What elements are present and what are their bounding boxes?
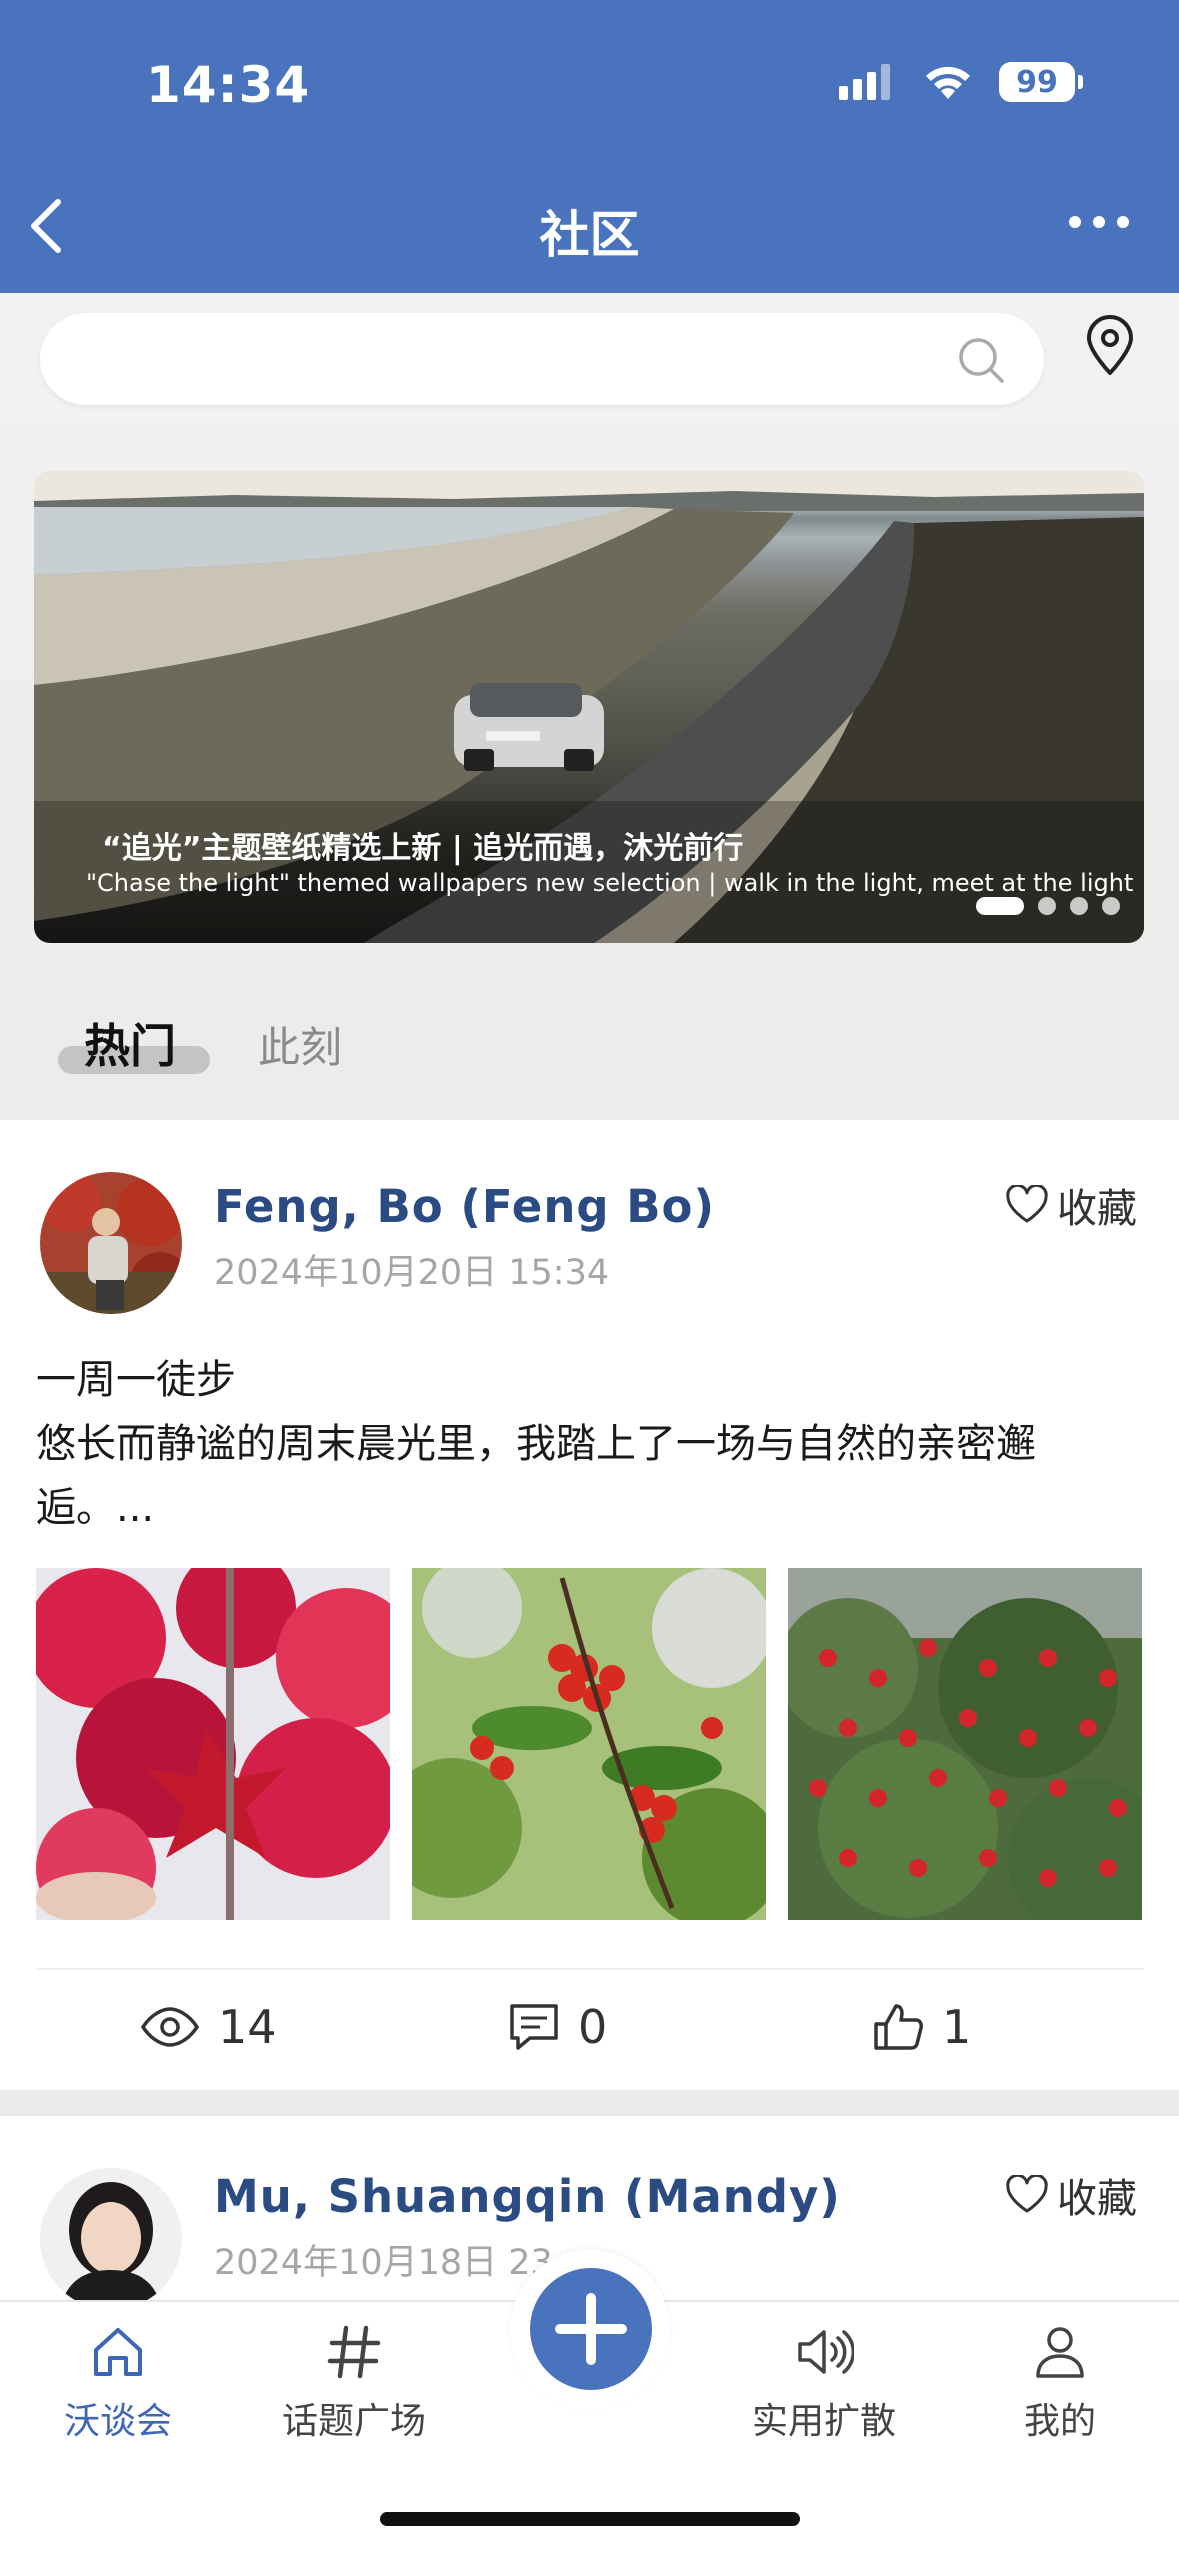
heart-icon (1006, 2175, 1048, 2213)
divider (36, 1968, 1144, 1970)
favorite-button[interactable]: 收藏 (1005, 2166, 1137, 2224)
avatar[interactable] (40, 1172, 182, 1314)
tab-bar-item-share[interactable]: 实用扩散 (724, 2322, 924, 2444)
page-title: 社区 (539, 206, 640, 264)
tab-label: 热门 (84, 1019, 176, 1073)
tab-bar-label: 实用扩散 (751, 2401, 896, 2442)
feed-tabs: 热门 此刻 (0, 1010, 1179, 1120)
thumbs-up-icon (874, 2004, 923, 2050)
banner-subtitle: "Chase the light" themed wallpapers new … (86, 869, 1134, 897)
home-icon (94, 2328, 142, 2376)
post-photo[interactable] (412, 1568, 766, 1920)
person-icon (1036, 2327, 1084, 2378)
tab-bar-item-topics[interactable]: 话题广场 (254, 2322, 454, 2444)
berry-bush-photo (788, 1568, 1142, 1920)
header: 14:34 99 社区 (0, 0, 1179, 293)
comment-icon (510, 2004, 558, 2050)
app-screen: 14:34 99 社区 “追光”主题壁纸精选上新 | 追光而遇，沐光前行 "Ch… (0, 0, 1179, 2556)
post-photo[interactable] (788, 1568, 1142, 1920)
wifi-icon (926, 66, 970, 99)
hashtag-icon (327, 2325, 381, 2379)
author-name[interactable]: Feng, Bo (Feng Bo) (214, 1180, 715, 1233)
more-icon[interactable] (1067, 210, 1131, 234)
fab-container (510, 2250, 670, 2410)
banner-title: “追光”主题壁纸精选上新 | 追光而遇，沐光前行 (102, 831, 744, 866)
carousel-indicator (976, 897, 1120, 915)
carousel-dot[interactable] (976, 897, 1024, 915)
speaker-icon (798, 2330, 854, 2374)
comments-count: 0 (578, 2000, 608, 2054)
avatar-image (40, 1172, 182, 1314)
post-content-line: 一周一徒步 (36, 1357, 236, 1403)
post-date: 2024年10月20日 15:34 (214, 1253, 610, 1293)
post-date: 2024年10月18日 23 (214, 2243, 553, 2283)
favorite-button[interactable]: 收藏 (1005, 1176, 1137, 1234)
avatar-image (40, 2168, 182, 2310)
carousel-dot[interactable] (1070, 897, 1088, 915)
eye-icon (140, 2007, 200, 2047)
create-post-button[interactable] (530, 2268, 652, 2390)
tab-bar-label: 我的 (1023, 2401, 1096, 2442)
search-input[interactable] (40, 313, 1044, 405)
avatar[interactable] (40, 2168, 182, 2310)
carousel-dot[interactable] (1038, 897, 1056, 915)
post-content[interactable]: 一周一徒步 悠长而静谧的周末晨光里，我踏上了一场与自然的亲密邂逅。... (36, 1348, 1146, 1540)
favorite-label: 收藏 (1057, 2176, 1137, 2222)
heart-icon (1006, 1185, 1048, 1223)
tab-bar-item-profile[interactable]: 我的 (960, 2322, 1160, 2444)
post-card[interactable]: Feng, Bo (Feng Bo) 2024年10月20日 15:34 收藏 … (0, 1120, 1179, 2090)
likes-count: 1 (942, 2000, 972, 2054)
author-name[interactable]: Mu, Shuangqin (Mandy) (214, 2170, 841, 2223)
search-bar (0, 293, 1179, 425)
favorite-label: 收藏 (1057, 1186, 1137, 1232)
views-count: 14 (218, 2000, 277, 2054)
comments-button[interactable]: 0 (508, 2000, 607, 2054)
tab-hot[interactable]: 热门 (58, 1010, 210, 1074)
views-stat: 14 (140, 2000, 277, 2054)
search-icon[interactable] (956, 335, 1006, 385)
tab-bar-label: 沃谈会 (63, 2401, 172, 2442)
tab-bar-item-home[interactable]: 沃谈会 (18, 2322, 218, 2444)
battery-icon: 99 (999, 62, 1083, 102)
red-maple-photo (36, 1568, 390, 1920)
post-content-line: 悠长而静谧的周末晨光里，我踏上了一场与自然的亲密邂逅。... (36, 1421, 1036, 1531)
like-button[interactable]: 1 (872, 2000, 971, 2054)
tab-now[interactable]: 此刻 (258, 1014, 342, 1075)
red-berries-photo (412, 1568, 766, 1920)
post-photo[interactable] (36, 1568, 390, 1920)
plus-icon (555, 2293, 627, 2365)
home-indicator (380, 2512, 800, 2526)
signal-icon (839, 64, 890, 100)
banner-carousel[interactable]: “追光”主题壁纸精选上新 | 追光而遇，沐光前行 "Chase the ligh… (34, 471, 1144, 943)
carousel-dot[interactable] (1102, 897, 1120, 915)
tab-bar-label: 话题广场 (281, 2401, 426, 2442)
location-pin-icon[interactable] (1083, 315, 1137, 377)
status-icons: 99 (839, 62, 1083, 102)
status-time: 14:34 (146, 56, 311, 114)
